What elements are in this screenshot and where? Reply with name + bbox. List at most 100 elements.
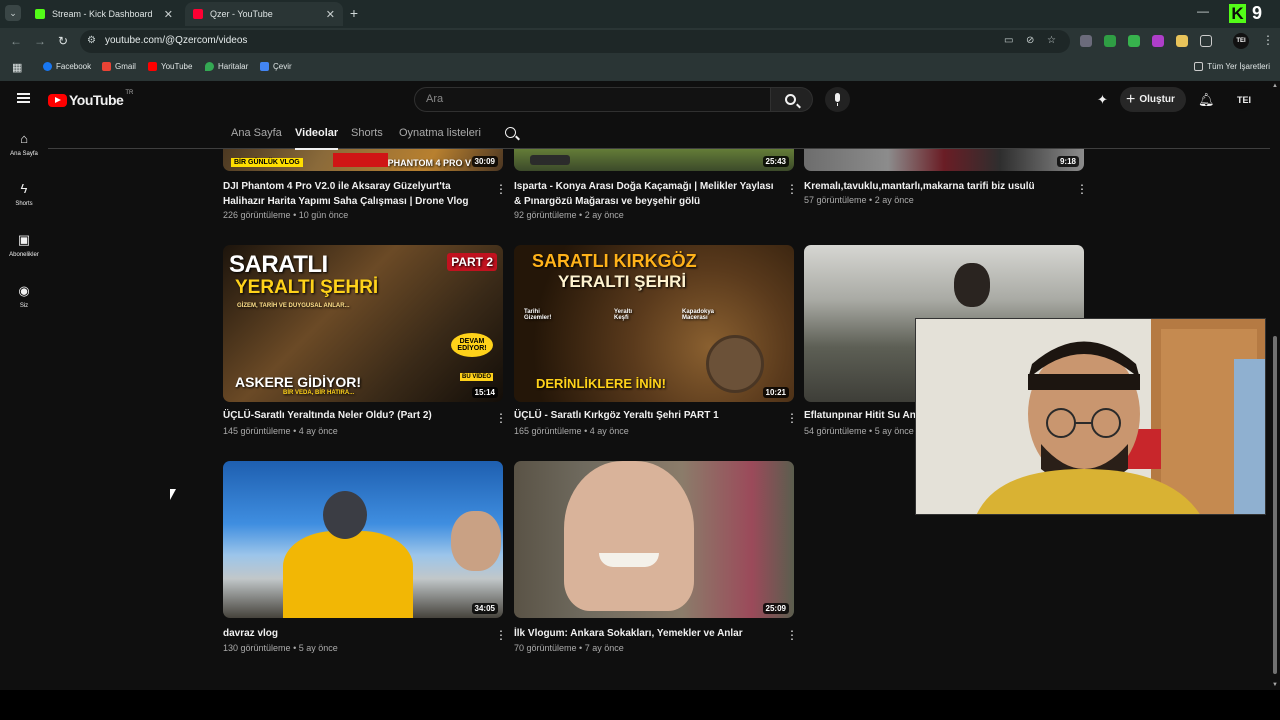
notifications-bell-icon[interactable]: 🔔︎ [1198, 92, 1215, 108]
browser-menu-icon[interactable]: ⋮ [1262, 33, 1274, 47]
video-title[interactable]: DJI Phantom 4 Pro V2.0 ile Aksaray Güzel… [223, 179, 485, 209]
url-text[interactable]: youtube.com/@Qzercom/videos [105, 35, 247, 46]
video-thumbnail[interactable]: SARATLI KIRKGÖZ YERALTI ŞEHRİ Tarihi Giz… [514, 245, 794, 402]
create-button[interactable]: + Oluştur [1120, 87, 1186, 112]
video-thumbnail[interactable]: 25:43 [514, 149, 794, 171]
page-scrollbar[interactable]: ▲ ▼ [1270, 81, 1280, 690]
guide-item-subscriptions[interactable]: ▣ Abonelikler [0, 233, 48, 259]
browser-tab-kick[interactable]: Stream - Kick Dashboard ✕ [27, 2, 181, 26]
more-options-icon[interactable]: ⋮ [786, 183, 798, 195]
guide-item-you[interactable]: ◉ Siz [0, 284, 48, 310]
all-bookmarks-link[interactable]: Tüm Yer İşaretleri [1194, 62, 1270, 71]
tab-videos[interactable]: Videolar [295, 127, 339, 150]
more-options-icon[interactable]: ⋮ [495, 412, 507, 424]
eye-off-icon[interactable]: ⊘ [1026, 35, 1034, 46]
bookmark-youtube[interactable]: YouTube [148, 62, 192, 71]
thumbnail-overlay-text: YERALTI ŞEHRİ [558, 272, 687, 291]
bookmark-star-icon[interactable]: ☆ [1047, 35, 1056, 46]
reload-icon[interactable]: ↻ [58, 34, 68, 48]
close-tab-icon[interactable]: ✕ [164, 8, 173, 21]
video-views: 57 görüntüleme [804, 195, 867, 205]
new-tab-button[interactable]: + [346, 5, 362, 21]
extensions-puzzle-icon[interactable] [1200, 35, 1212, 47]
youtube-header: YouTube TR ✦ + Oluştur 🔔︎ TEI [0, 81, 1280, 118]
account-avatar[interactable]: TEI [1233, 89, 1255, 111]
bookmark-facebook[interactable]: Facebook [43, 62, 91, 71]
video-card[interactable]: 34:05 davraz vlog 130 görüntüleme • 5 ay… [223, 461, 507, 661]
cast-icon[interactable]: ▭ [1004, 35, 1013, 46]
scroll-up-arrow-icon[interactable]: ▲ [1272, 83, 1278, 89]
tab-playlists[interactable]: Oynatma listeleri [399, 127, 481, 139]
video-meta: 92 görüntüleme • 2 ay önce [514, 210, 624, 220]
minimize-window-button[interactable]: — [1197, 4, 1209, 18]
search-box[interactable] [414, 87, 771, 112]
back-arrow-icon[interactable]: ← [10, 34, 22, 48]
channel-search-icon[interactable] [505, 127, 516, 138]
video-card[interactable]: SARATLI YERALTI ŞEHRİ PART 2 GİZEM, TARİ… [223, 245, 507, 445]
plus-icon: + [1126, 90, 1136, 108]
profile-avatar[interactable]: TEI [1233, 33, 1249, 49]
guide-item-shorts[interactable]: ϟ Shorts [0, 182, 48, 208]
video-title[interactable]: ÜÇLÜ - Saratlı Kırkgöz Yeraltı Şehri PAR… [514, 408, 776, 423]
tab-shorts[interactable]: Shorts [351, 127, 383, 139]
extension-icon[interactable] [1152, 35, 1164, 47]
video-views: 54 görüntüleme [804, 426, 867, 436]
close-tab-icon[interactable]: ✕ [326, 8, 335, 21]
maps-pin-icon [205, 62, 214, 71]
video-card[interactable]: 9:18 Kremalı,tavuklu,mantarlı,makarna ta… [804, 149, 1088, 219]
video-title[interactable]: İlk Vlogum: Ankara Sokakları, Yemekler v… [514, 626, 776, 641]
scroll-down-arrow-icon[interactable]: ▼ [1272, 682, 1278, 688]
video-card[interactable]: SARATLI KIRKGÖZ YERALTI ŞEHRİ Tarihi Giz… [514, 245, 798, 445]
scrollbar-thumb[interactable] [1273, 336, 1277, 674]
thumbnail-face-shape [564, 461, 694, 611]
extension-icon[interactable] [1080, 35, 1092, 47]
browser-tab-youtube[interactable]: Qzer - YouTube ✕ [185, 2, 343, 26]
create-sparkle-icon[interactable]: ✦ [1097, 92, 1108, 108]
video-thumbnail[interactable]: 34:05 [223, 461, 503, 618]
video-thumbnail[interactable]: 9:18 [804, 149, 1084, 171]
search-button[interactable] [771, 87, 813, 112]
more-options-icon[interactable]: ⋮ [495, 183, 507, 195]
apps-grid-icon[interactable]: ▦ [12, 61, 22, 74]
video-card[interactable]: 25:09 İlk Vlogum: Ankara Sokakları, Yeme… [514, 461, 798, 661]
extension-icon[interactable] [1104, 35, 1116, 47]
video-title[interactable]: Isparta - Konya Arası Doğa Kaçamağı | Me… [514, 179, 776, 209]
youtube-logo[interactable]: YouTube TR [48, 90, 133, 108]
video-thumbnail[interactable]: 25:09 [514, 461, 794, 618]
guide-item-home[interactable]: ⌂ Ana Sayfa [0, 132, 48, 158]
thumbnail-overlay-text: Tarihi Gizemler! [524, 309, 552, 321]
thumbnail-overlay-text: BU VİDEO [459, 373, 493, 381]
more-options-icon[interactable]: ⋮ [786, 629, 798, 641]
video-title[interactable]: davraz vlog [223, 626, 485, 641]
more-options-icon[interactable]: ⋮ [1076, 183, 1088, 195]
tab-search-chevron-icon[interactable]: ⌄ [5, 5, 21, 21]
menu-hamburger-icon[interactable] [17, 93, 30, 103]
webcam-feed-image [916, 319, 1265, 514]
more-options-icon[interactable]: ⋮ [495, 629, 507, 641]
voice-search-button[interactable] [825, 87, 850, 112]
browser-tab-title: Qzer - YouTube [210, 9, 273, 19]
video-card[interactable]: BİR GÜNLÜK VLOG PHANTOM 4 PRO V 30:09 DJ… [223, 149, 507, 220]
video-meta: 57 görüntüleme • 2 ay önce [804, 195, 914, 205]
search-input[interactable] [426, 93, 756, 105]
video-card[interactable]: 25:43 Isparta - Konya Arası Doğa Kaçamağ… [514, 149, 798, 220]
video-duration: 34:05 [471, 603, 498, 614]
video-meta: 145 görüntüleme • 4 ay önce [223, 426, 338, 436]
bookmark-gmail[interactable]: Gmail [102, 62, 136, 71]
bookmark-maps[interactable]: Haritalar [205, 62, 248, 71]
site-info-icon[interactable]: ⚙ [87, 35, 99, 47]
video-thumbnail[interactable]: SARATLI YERALTI ŞEHRİ PART 2 GİZEM, TARİ… [223, 245, 503, 402]
extension-icon[interactable] [1176, 35, 1188, 47]
address-bar[interactable]: ⚙ youtube.com/@Qzercom/videos ▭ ⊘ ☆ [80, 30, 1070, 53]
video-age: 5 ay önce [874, 426, 914, 436]
extension-icon[interactable] [1128, 35, 1140, 47]
video-title[interactable]: Kremalı,tavuklu,mantarlı,makarna tarifi … [804, 179, 1066, 194]
video-thumbnail[interactable]: BİR GÜNLÜK VLOG PHANTOM 4 PRO V 30:09 [223, 149, 503, 171]
video-age: 4 ay önce [298, 426, 338, 436]
video-title[interactable]: ÜÇLÜ-Saratlı Yeraltında Neler Oldu? (Par… [223, 408, 485, 423]
bookmark-translate[interactable]: Çevir [260, 62, 292, 71]
forward-arrow-icon[interactable]: → [34, 34, 46, 48]
tab-home[interactable]: Ana Sayfa [231, 127, 282, 139]
browser-tab-title: Stream - Kick Dashboard [52, 9, 153, 19]
more-options-icon[interactable]: ⋮ [786, 412, 798, 424]
